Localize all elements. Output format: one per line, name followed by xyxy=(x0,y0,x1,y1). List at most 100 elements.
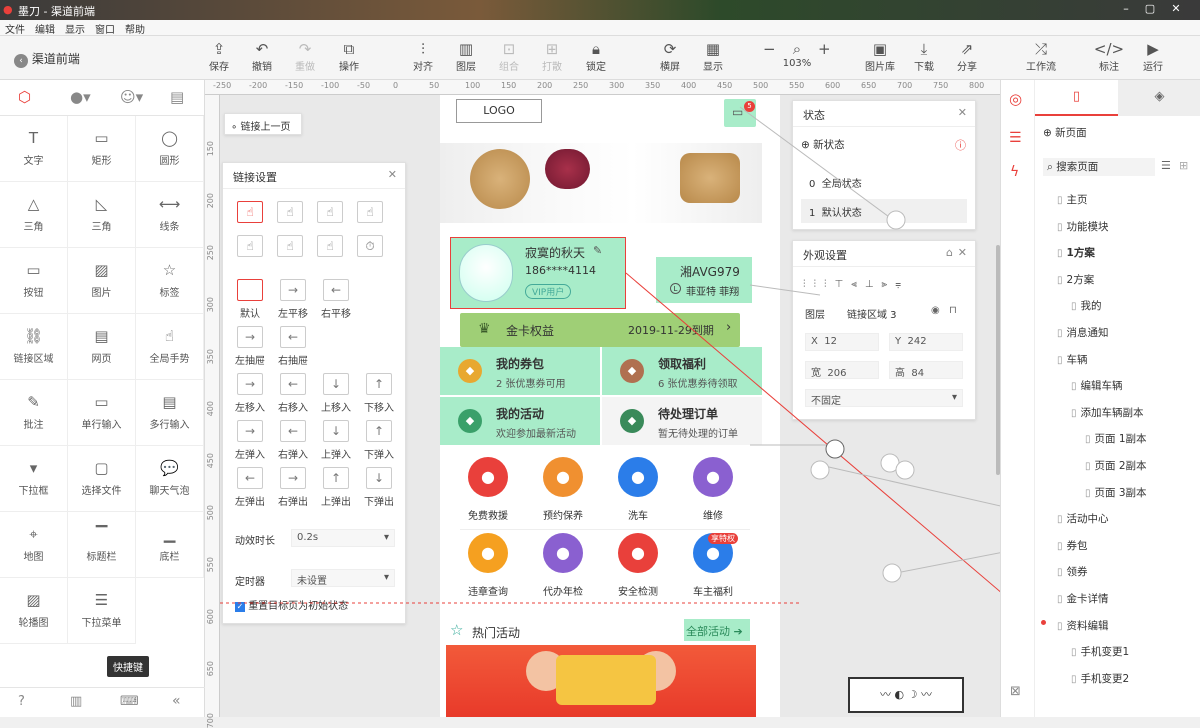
page-item[interactable]: 添加车辆副本 xyxy=(1071,405,1144,420)
save-button[interactable]: ⇪ 保存 xyxy=(199,40,239,73)
component-gesture[interactable]: ☝ 全局手势 xyxy=(136,314,204,380)
page-item[interactable]: 券包 xyxy=(1057,538,1088,553)
align-icon: ⫶ xyxy=(421,40,425,58)
keyboard-icon[interactable]: ⌨ xyxy=(120,694,139,709)
component-map[interactable]: ⌖ 地图 xyxy=(0,512,68,578)
cloud-upload-icon: ⇪ xyxy=(212,40,226,58)
page-item[interactable]: 资料编辑 xyxy=(1057,618,1109,633)
menu-view[interactable]: 显示 xyxy=(60,20,90,37)
component-panel: ⬡ ●▾ ☺▾ ▤ T 文字 ▭ 矩形 ◯ 圆形 △ 三角 ◺ 三角 ⟷ 线条 ▭ 按钮 ▨ 图片 ☆ 标签 ⛓ 链接… xyxy=(0,80,205,717)
minimize-icon[interactable]: – xyxy=(1118,2,1134,15)
run-button[interactable]: ▶ 运行 xyxy=(1133,40,1173,73)
component-star[interactable]: ☆ 标签 xyxy=(136,248,204,314)
component-image[interactable]: ▨ 图片 xyxy=(68,248,136,314)
image-library-button[interactable]: ▣ 图片库 xyxy=(860,40,900,73)
layers-icon[interactable]: ◈ xyxy=(1118,80,1200,116)
multi-input-icon: ▤ xyxy=(162,393,177,411)
undo-button[interactable]: ↶ 撤销 xyxy=(242,40,282,73)
component-carousel[interactable]: ▨ 轮播图 xyxy=(0,578,68,644)
component-multi-input[interactable]: ▤ 多行输入 xyxy=(136,380,204,446)
close-window-icon[interactable]: ✕ xyxy=(1168,2,1184,15)
component-text[interactable]: T 文字 xyxy=(0,116,68,182)
page-item[interactable]: 车辆 xyxy=(1057,352,1088,367)
annotate-button[interactable]: </> 标注 xyxy=(1089,40,1129,73)
page-item[interactable]: 编辑车辆 xyxy=(1071,378,1123,393)
cube-icon[interactable]: ⬡ xyxy=(18,88,31,106)
component-label: 文字 xyxy=(23,156,44,167)
ruler-tick: 250 xyxy=(573,81,589,90)
page-item[interactable]: 主页 xyxy=(1057,192,1088,207)
zoom-level[interactable]: ⌕ 103% xyxy=(777,40,817,69)
maximize-icon[interactable]: ▢ xyxy=(1142,2,1158,15)
redo-button[interactable]: ↷ 重做 xyxy=(285,40,325,73)
page-item[interactable]: 页面 3副本 xyxy=(1085,485,1147,500)
page-item[interactable]: 功能模块 xyxy=(1057,219,1109,234)
lightning-icon[interactable]: ϟ xyxy=(1010,164,1019,180)
design-canvas[interactable]: LOGO ▭ 5 寂寞的秋天 ✎ 186****4114 VIP用户 湘AVG9… xyxy=(220,95,1000,717)
component-single-input[interactable]: ▭ 单行输入 xyxy=(68,380,136,446)
page-item[interactable]: 页面 2副本 xyxy=(1085,458,1147,473)
component-right-triangle[interactable]: ◺ 三角 xyxy=(68,182,136,248)
component-label: 地图 xyxy=(23,552,44,563)
component-chat-bubble[interactable]: 💬 聊天气泡 xyxy=(136,446,204,512)
operate-button[interactable]: ⧉ 操作 xyxy=(329,40,369,73)
page-item[interactable]: 页面 1副本 xyxy=(1085,431,1147,446)
component-circle[interactable]: ◯ 圆形 xyxy=(136,116,204,182)
emoji-icon[interactable]: ☺▾ xyxy=(120,88,143,106)
search-page-input[interactable]: ⌕ 搜索页面 xyxy=(1043,158,1155,176)
component-file[interactable]: ▢ 选择文件 xyxy=(68,446,136,512)
target-icon[interactable]: ◎ xyxy=(1009,90,1022,108)
component-rectangle[interactable]: ▭ 矩形 xyxy=(68,116,136,182)
component-dropdown[interactable]: ▾ 下拉框 xyxy=(0,446,68,512)
component-link-area[interactable]: ⛓ 链接区域 xyxy=(0,314,68,380)
layout-icon[interactable]: ▤ xyxy=(170,88,184,106)
component-dropdown-menu[interactable]: ☰ 下拉菜单 xyxy=(68,578,136,644)
lock-button[interactable]: 🔒︎ 锁定 xyxy=(576,40,616,73)
collapse-icon[interactable]: « xyxy=(172,693,181,709)
list-view-icon[interactable]: ☰ xyxy=(1161,159,1171,172)
align-button[interactable]: ⫶ 对齐 xyxy=(403,40,443,73)
gesture-icon: ☝ xyxy=(164,327,175,345)
zoom-out-icon[interactable]: − xyxy=(763,40,776,58)
trash-icon[interactable]: ⊠ xyxy=(1010,684,1021,699)
landscape-button[interactable]: ⟳ 横屏 xyxy=(650,40,690,73)
download-button[interactable]: ⤓ 下载 xyxy=(904,40,944,73)
share-button[interactable]: ⇗ 分享 xyxy=(947,40,987,73)
component-titlebar[interactable]: ▔ 标题栏 xyxy=(68,512,136,578)
page-item[interactable]: 手机变更2 xyxy=(1071,671,1130,686)
ungroup-button[interactable]: ⊞ 打散 xyxy=(532,40,572,73)
page-item[interactable]: 消息通知 xyxy=(1057,325,1109,340)
page-item[interactable]: 手机变更1 xyxy=(1071,644,1130,659)
sliders-icon[interactable]: ☰ xyxy=(1009,130,1022,146)
page-item[interactable]: 2方案 xyxy=(1057,272,1095,287)
page-item[interactable]: 我的 xyxy=(1071,298,1102,313)
menu-edit[interactable]: 编辑 xyxy=(30,20,60,37)
new-page-button[interactable]: ⊕ 新页面 xyxy=(1043,125,1087,140)
component-bottombar[interactable]: ▁ 底栏 xyxy=(136,512,204,578)
apple-icon[interactable]: ●▾ xyxy=(70,88,91,106)
zoom-in-icon[interactable]: + xyxy=(818,40,831,58)
component-triangle[interactable]: △ 三角 xyxy=(0,182,68,248)
grid-view-icon[interactable]: ⊞ xyxy=(1179,159,1188,172)
menu-help[interactable]: 帮助 xyxy=(120,20,150,37)
component-note[interactable]: ✎ 批注 xyxy=(0,380,68,446)
workflow-button[interactable]: ⤮ 工作流 xyxy=(1021,40,1061,73)
button-icon: ▭ xyxy=(26,261,41,279)
menu-window[interactable]: 窗口 xyxy=(90,20,120,37)
layer-button[interactable]: ▥ 图层 xyxy=(446,40,486,73)
page-item[interactable]: 金卡详情 xyxy=(1057,591,1109,606)
page-tab-icon[interactable]: ▯ xyxy=(1035,80,1118,116)
page-item[interactable]: 领券 xyxy=(1057,564,1088,579)
component-line[interactable]: ⟷ 线条 xyxy=(136,182,204,248)
menu-file[interactable]: 文件 xyxy=(0,20,30,37)
display-button[interactable]: ▦ 显示 xyxy=(693,40,733,73)
book-icon[interactable]: ▥ xyxy=(70,694,82,709)
page-item[interactable]: 活动中心 xyxy=(1057,511,1109,526)
help-icon[interactable]: ? xyxy=(18,694,25,709)
group-button[interactable]: ⊡ 组合 xyxy=(489,40,529,73)
back-button[interactable]: ‹ 渠道前端 xyxy=(14,50,80,68)
component-webpage[interactable]: ▤ 网页 xyxy=(68,314,136,380)
component-button[interactable]: ▭ 按钮 xyxy=(0,248,68,314)
ruler-tick: 200 xyxy=(206,193,215,209)
page-item[interactable]: 1方案 xyxy=(1057,245,1095,260)
